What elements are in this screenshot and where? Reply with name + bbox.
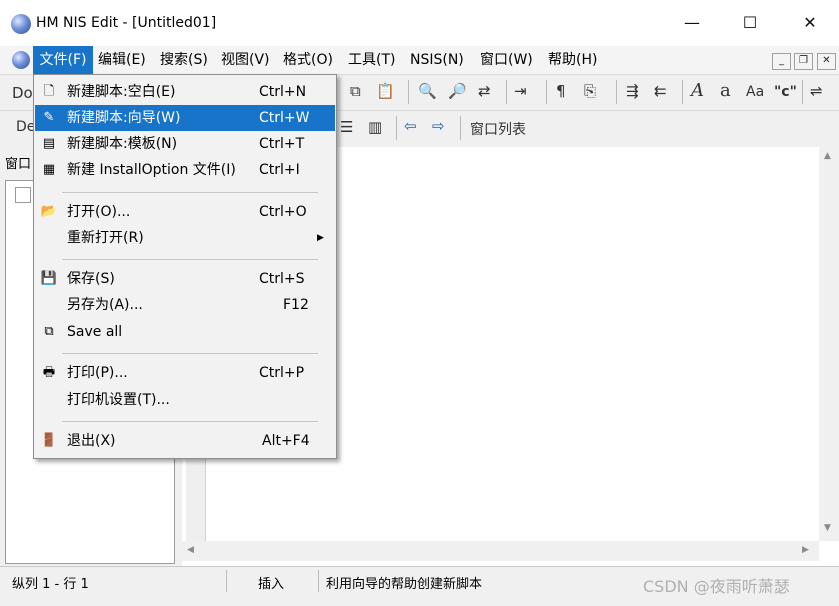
insert-file-icon[interactable]: ⇌ [810, 82, 823, 100]
paste-icon[interactable]: 📋 [376, 82, 395, 100]
maximize-button[interactable]: ☐ [721, 0, 779, 46]
find-next-icon[interactable]: 🔎 [448, 82, 467, 100]
status-divider [318, 570, 319, 592]
open-folder-icon: 📂 [40, 204, 58, 219]
template-icon: ▤ [42, 136, 56, 151]
horizontal-scrollbar[interactable]: ◀ ▶ [182, 541, 819, 561]
menu-separator [62, 421, 318, 422]
menu-view[interactable]: 视图(V) [221, 46, 270, 74]
status-divider [226, 570, 227, 592]
status-hint: 利用向导的帮助创建新脚本 [326, 577, 483, 592]
save-disk-icon: 💾 [40, 271, 58, 286]
mdi-restore-button[interactable]: ❐ [794, 53, 813, 70]
toolbar-separator [616, 80, 617, 104]
mdi-minimize-button[interactable]: _ [772, 53, 791, 70]
file-menu-new-wizard[interactable]: ✎ 新建脚本:向导(W) Ctrl+W [35, 105, 335, 131]
file-menu-print-setup[interactable]: 打印机设置(T)... [35, 387, 335, 413]
window-list-button[interactable]: 窗口列表 [470, 119, 526, 139]
toolbar-separator [682, 80, 683, 104]
menu-search[interactable]: 搜索(S) [160, 46, 208, 74]
watermark: CSDN @夜雨听萧瑟 [643, 577, 790, 596]
uppercase-button[interactable]: A [691, 80, 704, 101]
toolbar-separator [802, 80, 803, 104]
menu-file[interactable]: 文件(F) [33, 46, 93, 74]
insert-mode: 插入 [258, 577, 285, 592]
toggle-case-button[interactable]: Aa [746, 84, 764, 100]
goto-line-icon[interactable]: ⇥ [514, 82, 527, 100]
minimize-button[interactable]: — [663, 0, 721, 46]
menu-separator [62, 192, 318, 193]
word-wrap-icon[interactable]: ⎘ [584, 82, 596, 100]
quote-button[interactable]: "c" [774, 84, 797, 100]
app-globe-icon [11, 14, 31, 34]
new-file-icon: 🗋 [43, 84, 55, 99]
toolbar-separator [546, 80, 547, 104]
menu-separator [62, 259, 318, 260]
pilcrow-icon[interactable]: ¶ [556, 82, 566, 100]
script-document-icon[interactable] [15, 187, 31, 203]
submenu-arrow-icon: ▶ [317, 233, 324, 243]
file-menu-new-blank[interactable]: 🗋 新建脚本:空白(E) Ctrl+N [35, 79, 335, 105]
toolbar1-left-label[interactable]: Do [12, 84, 33, 102]
close-button[interactable]: ✕ [781, 0, 839, 46]
file-menu-save[interactable]: 💾 保存(S) Ctrl+S [35, 266, 335, 292]
menu-window[interactable]: 窗口(W) [480, 46, 533, 74]
tile-vertical-icon[interactable]: ▥ [368, 118, 382, 136]
previous-window-icon[interactable]: ⇦ [404, 117, 417, 135]
wizard-wand-icon: ✎ [43, 110, 55, 125]
file-menu-save-all[interactable]: ⧉ Save all [35, 319, 335, 345]
next-window-icon[interactable]: ⇨ [432, 117, 445, 135]
scroll-left-icon[interactable]: ◀ [187, 545, 194, 555]
file-menu-new-template[interactable]: ▤ 新建脚本:模板(N) Ctrl+T [35, 131, 335, 157]
find-icon[interactable]: 🔍 [418, 82, 437, 100]
scroll-up-icon[interactable]: ▲ [824, 151, 831, 161]
menu-nsis[interactable]: NSIS(N) [410, 46, 464, 74]
menu-edit[interactable]: 编辑(E) [98, 46, 146, 74]
file-menu-open[interactable]: 📂 打开(O)... Ctrl+O [35, 199, 335, 225]
toolbar-separator [408, 80, 409, 104]
file-menu-save-as[interactable]: 另存为(A)... F12 [35, 292, 335, 318]
menu-separator [62, 353, 318, 354]
copy-icon[interactable]: ⧉ [350, 82, 361, 100]
file-menu-reopen[interactable]: 重新打开(R) ▶ [35, 225, 335, 251]
exit-door-icon: 🚪 [40, 433, 58, 448]
file-menu-dropdown: 🗋 新建脚本:空白(E) Ctrl+N ✎ 新建脚本:向导(W) Ctrl+W … [33, 74, 337, 459]
toolbar-separator [506, 80, 507, 104]
mdi-close-button[interactable]: ✕ [817, 53, 836, 70]
toolbar-separator [460, 116, 461, 140]
save-all-icon: ⧉ [44, 324, 54, 339]
lowercase-button[interactable]: a [720, 80, 731, 101]
scroll-right-icon[interactable]: ▶ [802, 545, 809, 555]
file-menu-print[interactable]: 🖶 打印(P)... Ctrl+P [35, 360, 335, 386]
replace-icon[interactable]: ⇄ [478, 82, 491, 100]
menu-format[interactable]: 格式(O) [283, 46, 333, 74]
document-system-menu-icon[interactable] [12, 51, 30, 69]
cursor-position: 纵列 1 - 行 1 [12, 577, 89, 592]
indent-icon[interactable]: ⇶ [626, 82, 639, 100]
vertical-scrollbar[interactable]: ▲ ▼ [819, 147, 839, 541]
file-menu-exit[interactable]: 🚪 退出(X) Alt+F4 [35, 428, 335, 454]
menu-help[interactable]: 帮助(H) [548, 46, 597, 74]
file-menu-new-installoption[interactable]: ▦ 新建 InstallOption 文件(I) Ctrl+I [35, 157, 335, 183]
panel-title: 窗口 [5, 157, 32, 172]
installoption-file-icon: ▦ [42, 162, 56, 177]
printer-icon: 🖶 [42, 365, 56, 380]
scroll-down-icon[interactable]: ▼ [824, 523, 831, 533]
toolbar-separator [396, 116, 397, 140]
outdent-icon[interactable]: ⇇ [654, 82, 667, 100]
window-title: HM NIS Edit - [Untitled01] [36, 15, 217, 31]
tile-horizontal-icon[interactable]: ☰ [340, 118, 353, 136]
menu-tools[interactable]: 工具(T) [348, 46, 395, 74]
